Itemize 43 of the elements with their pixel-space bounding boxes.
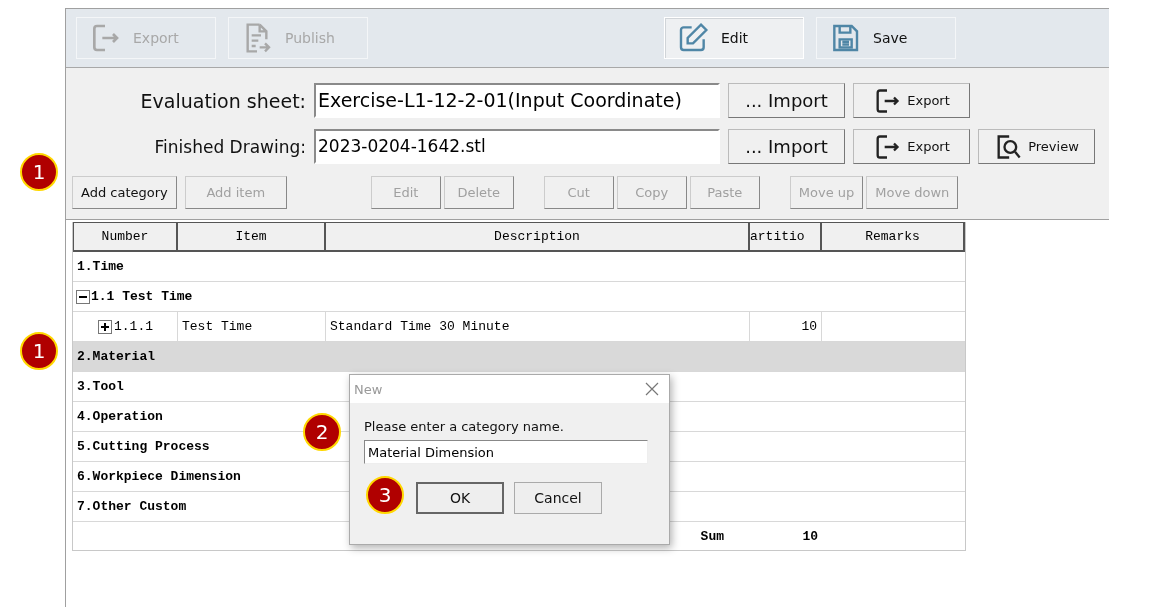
partition-cell: 10: [750, 312, 822, 341]
category-label: 1.Time: [76, 259, 124, 274]
category-label: 7.Other Custom: [76, 499, 187, 514]
file-field[interactable]: 2023-0204-1642.stl: [314, 129, 720, 164]
column-header[interactable]: Item: [178, 223, 326, 250]
toolbar-button[interactable]: Edit: [664, 17, 804, 59]
category-label: 3.Tool: [76, 379, 124, 394]
sum-label: Sum: [700, 528, 724, 544]
close-icon[interactable]: [645, 382, 659, 396]
category-name-field[interactable]: Material Dimension: [364, 440, 648, 464]
field-label: Finished Drawing:: [153, 136, 307, 157]
step-callout: 1: [20, 153, 58, 191]
toolbar-button[interactable]: Save: [816, 17, 956, 59]
category-row[interactable]: 2.Material: [73, 342, 965, 372]
category-label: 2.Material: [76, 349, 155, 364]
expand-icon[interactable]: [98, 319, 112, 334]
step-callout: 1: [20, 332, 58, 370]
subcategory-label: 1.1 Test Time: [90, 289, 193, 304]
column-header[interactable]: Description: [326, 223, 750, 250]
number-cell: 1.1.1: [114, 319, 153, 334]
dialog-button[interactable]: OK: [416, 482, 504, 514]
export-button[interactable]: Export: [853, 129, 970, 164]
dialog-button[interactable]: Cancel: [514, 482, 602, 514]
edit-icon: [677, 22, 709, 54]
export-button[interactable]: Export: [853, 83, 970, 118]
collapse-icon[interactable]: [76, 289, 90, 304]
description-cell: Standard Time 30 Minute: [326, 312, 750, 341]
dialog-title: New: [354, 381, 383, 397]
preview-button[interactable]: Preview: [978, 129, 1095, 164]
category-label: 5.Cutting Process: [76, 439, 210, 454]
field-label: Evaluation sheet:: [139, 89, 307, 112]
category-label: 4.Operation: [76, 409, 163, 424]
column-header[interactable]: artitio: [750, 223, 822, 250]
file-field[interactable]: Exercise-L1-12-2-01(Input Coordinate): [314, 83, 720, 118]
import-button[interactable]: ... Import: [728, 129, 845, 164]
column-header[interactable]: Number: [74, 223, 178, 250]
item-cell: Test Time: [178, 312, 326, 341]
sum-value: 10: [802, 528, 818, 544]
dialog-prompt: Please enter a category name.: [364, 419, 565, 434]
action-button[interactable]: Add category: [72, 176, 177, 209]
import-button[interactable]: ... Import: [728, 83, 845, 118]
column-header[interactable]: Remarks: [822, 223, 965, 250]
category-label: 6.Workpiece Dimension: [76, 469, 241, 484]
